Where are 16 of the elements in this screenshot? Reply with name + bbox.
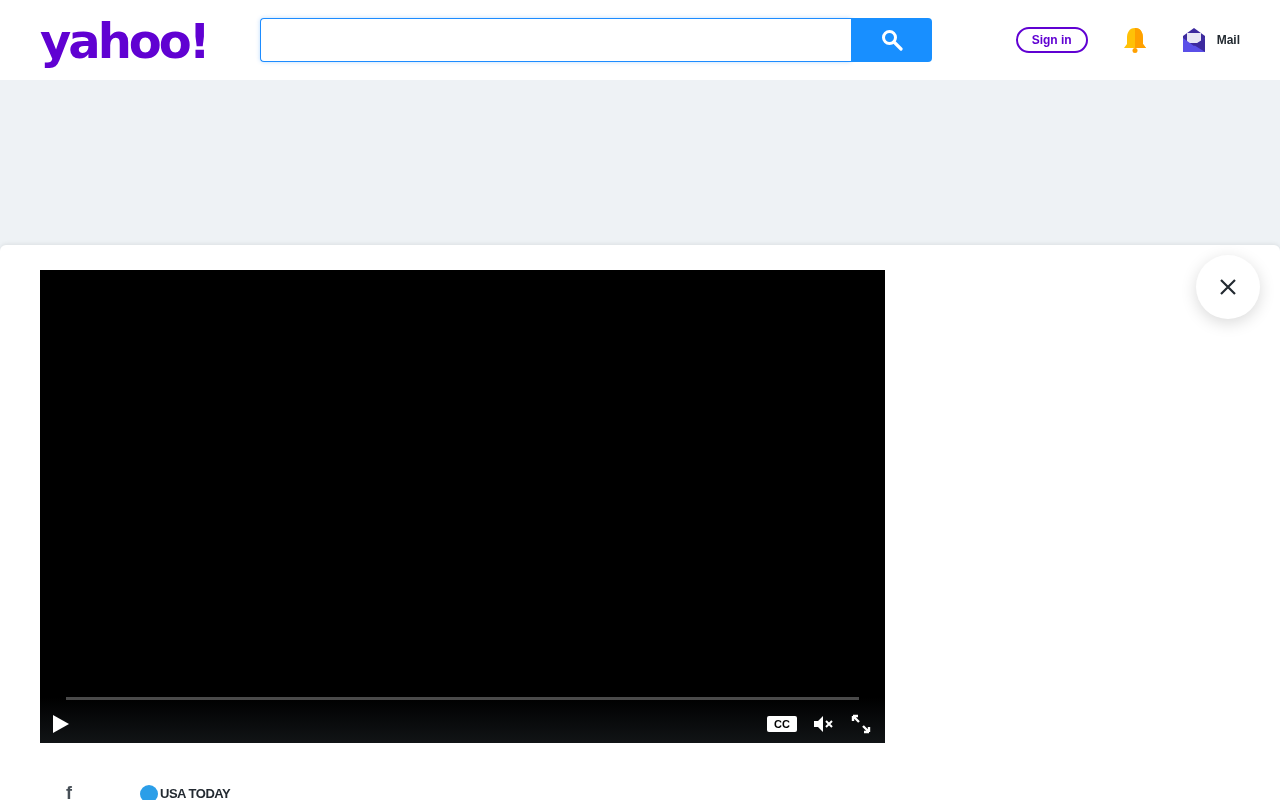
bell-icon[interactable] [1121,26,1148,54]
facebook-share-link[interactable]: f [66,783,72,800]
mail-link[interactable]: Mail [1181,27,1240,53]
close-button[interactable] [1196,255,1260,319]
search-button[interactable] [851,18,932,62]
fullscreen-icon[interactable] [851,714,871,734]
progress-track[interactable] [66,697,859,700]
search-icon [880,29,903,51]
search-field[interactable] [260,18,851,62]
close-icon [1219,278,1237,296]
publisher-logo[interactable]: USA TODAY [160,786,231,800]
sign-in-button[interactable]: Sign in [1015,27,1088,53]
captions-button[interactable]: CC [767,716,797,732]
envelope-icon [1181,27,1206,53]
muted-speaker-icon[interactable] [813,714,835,734]
play-icon[interactable] [52,714,70,734]
